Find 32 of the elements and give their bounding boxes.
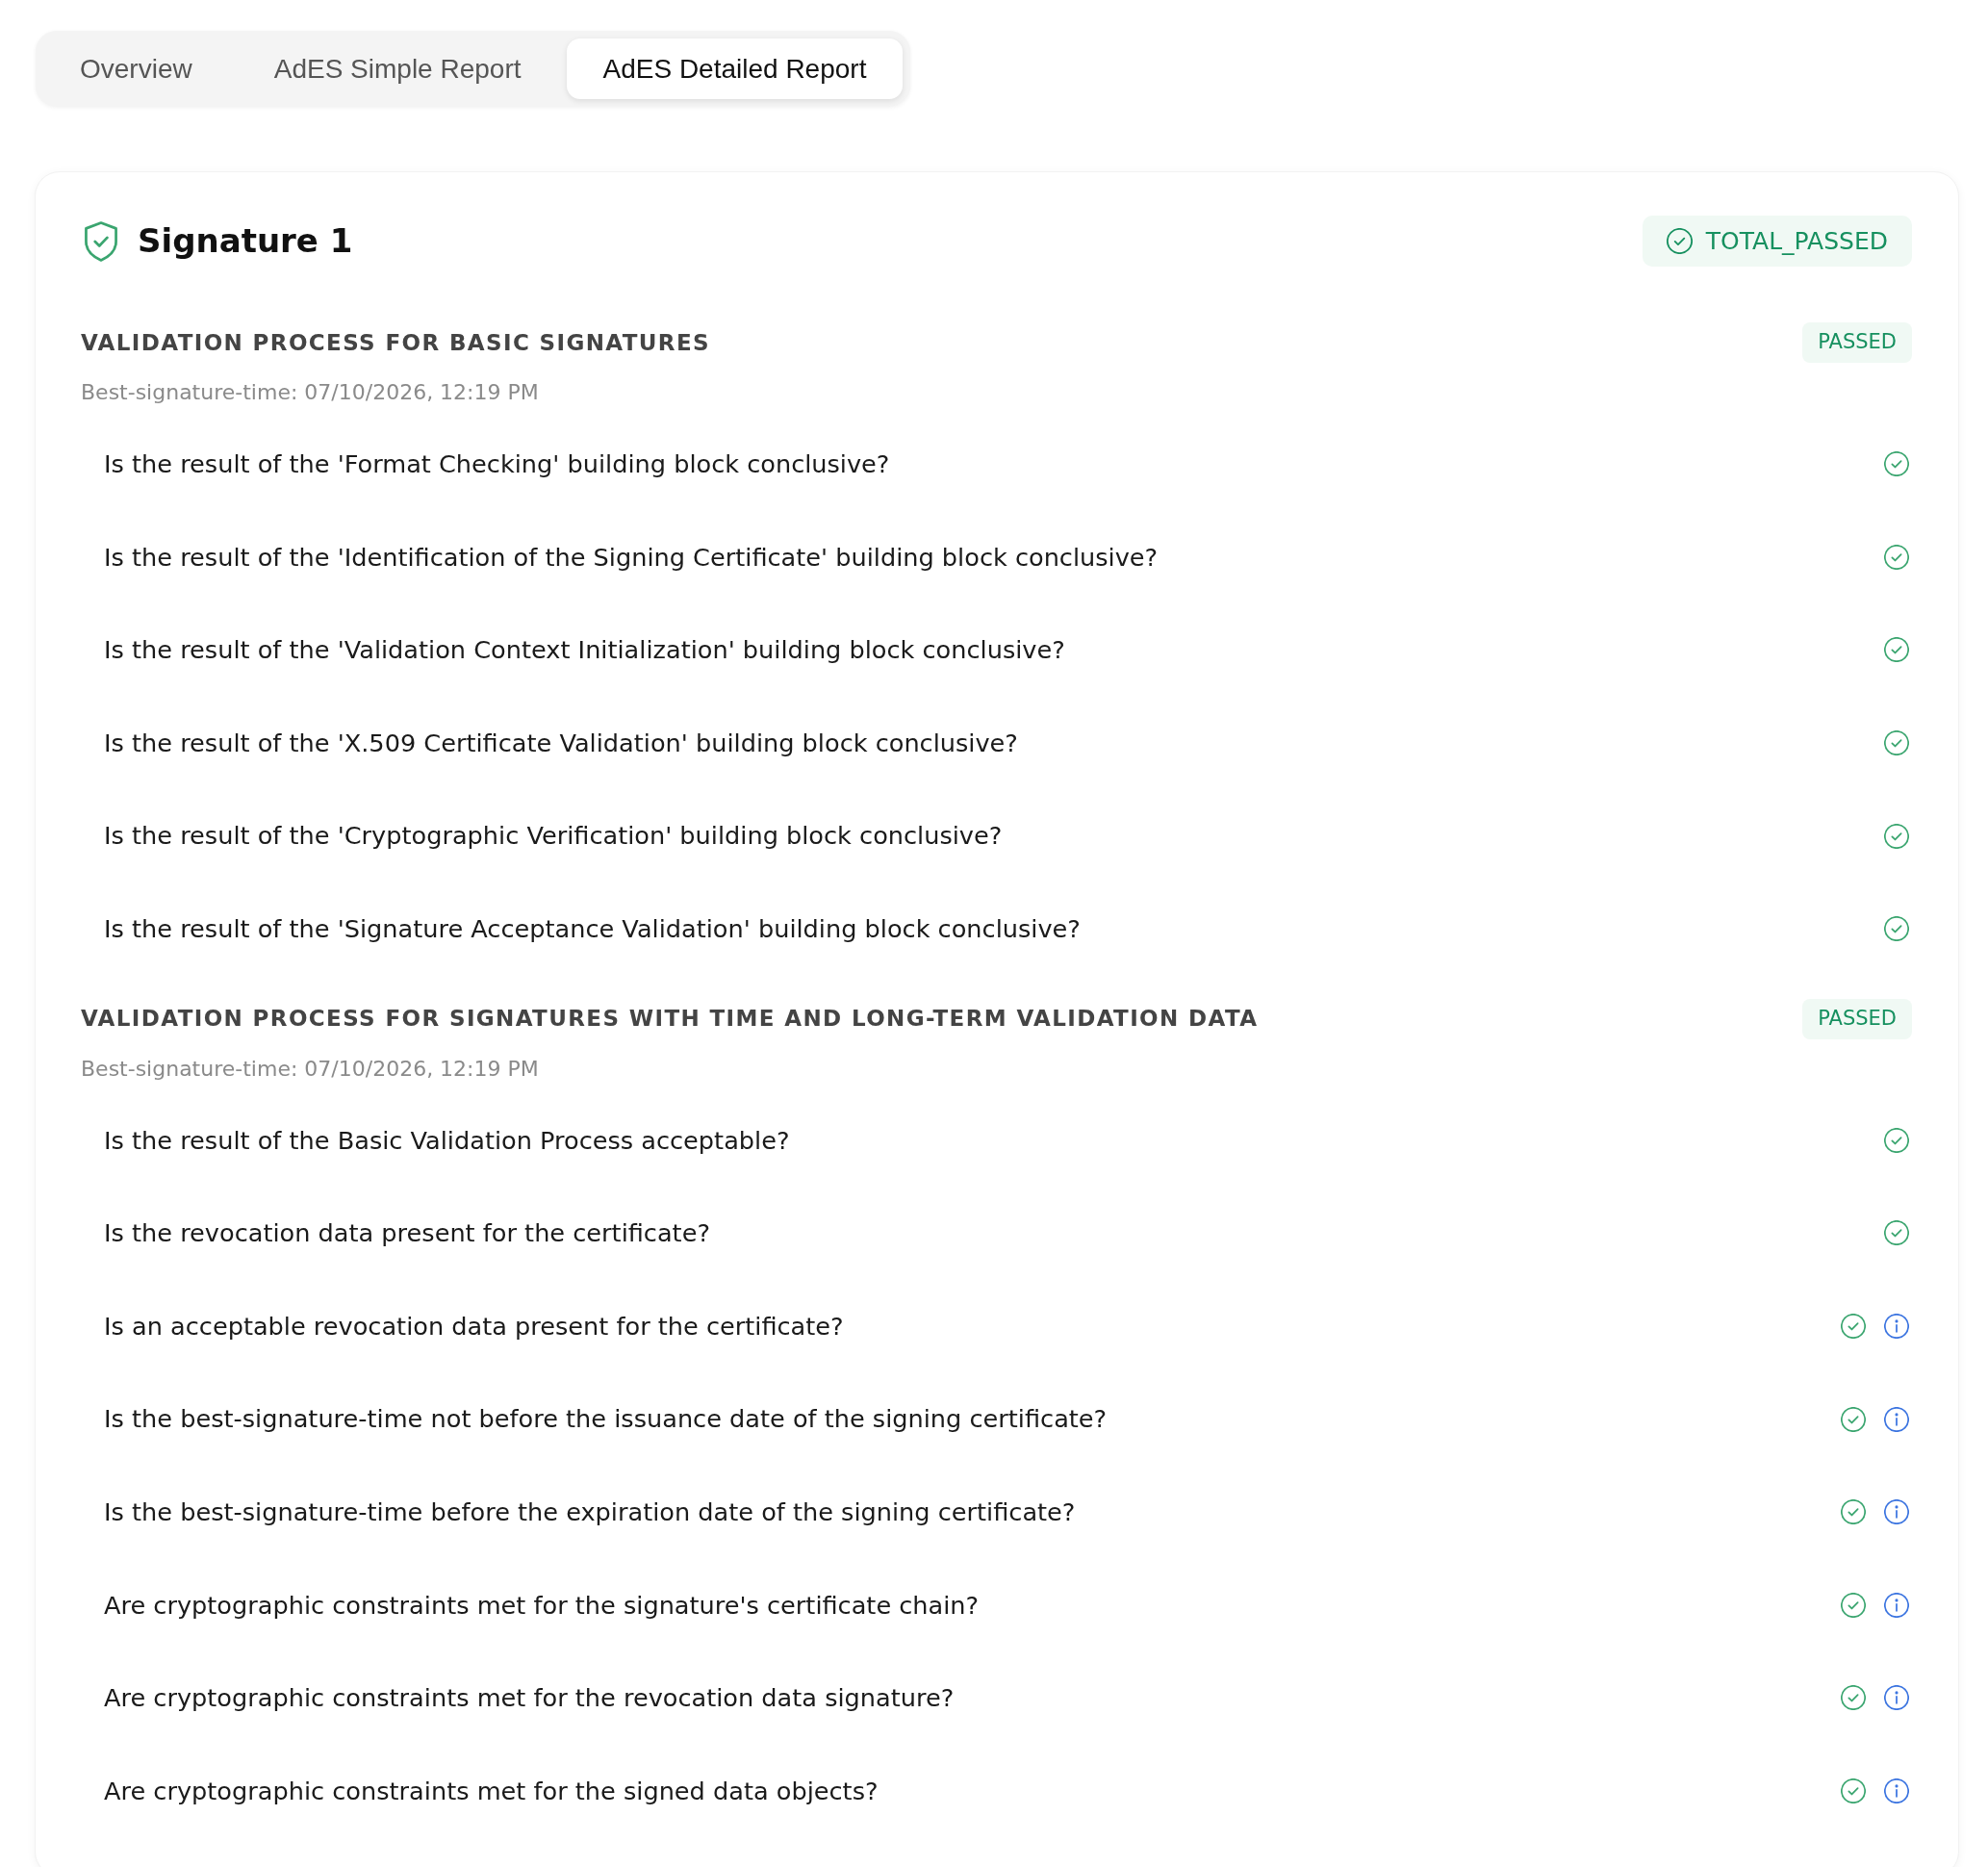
- check-question: Is the result of the 'Format Checking' building block conclusive?: [104, 448, 890, 481]
- status-label: TOTAL_PASSED: [1705, 225, 1888, 257]
- info-icon[interactable]: [1884, 1406, 1909, 1432]
- shield-check-icon: [84, 220, 118, 262]
- section-heading: VALIDATION PROCESS FOR SIGNATURES WITH TIME AND LONG-TERM VALIDATION DATA: [81, 1005, 1259, 1034]
- section-heading: VALIDATION PROCESS FOR BASIC SIGNATURES: [81, 328, 710, 357]
- best-signature-time: Best-signature-time: 07/10/2026, 12:19 PM: [81, 1055, 539, 1083]
- check-question: Is the best-signature-time not before the issuance date of the signing certificate?: [104, 1403, 1108, 1436]
- check-question: Is the result of the 'Identification of the Signing Certificate' building block conclusive?: [104, 541, 1159, 574]
- check-question: Are cryptographic constraints met for the revocation data signature?: [104, 1682, 955, 1715]
- info-icon[interactable]: [1884, 1685, 1909, 1711]
- signature-title: Signature 1: [138, 220, 353, 262]
- check-question: Are cryptographic constraints met for the signature's certificate chain?: [104, 1589, 980, 1622]
- check-question: Is the result of the 'Signature Acceptance Validation' building block conclusive?: [104, 913, 1081, 946]
- check-question: Is the best-signature-time before the expiration date of the signing certificate?: [104, 1496, 1076, 1529]
- info-icon[interactable]: [1884, 1499, 1909, 1525]
- check-question: Is an acceptable revocation data present for the certificate?: [104, 1310, 844, 1343]
- tab[interactable]: AdES Detailed Report: [566, 38, 904, 99]
- tab[interactable]: Overview: [43, 38, 229, 99]
- info-icon[interactable]: [1884, 1778, 1909, 1803]
- check-question: Are cryptographic constraints met for the signed data objects?: [104, 1775, 879, 1807]
- passed-badge: PASSED: [1802, 322, 1912, 363]
- tab[interactable]: AdES Simple Report: [237, 38, 558, 99]
- check-question: Is the result of the 'Validation Context Initialization' building block conclusive?: [104, 634, 1065, 667]
- info-icon[interactable]: [1884, 1592, 1909, 1618]
- check-question: Is the result of the 'Cryptographic Verification' building block conclusive?: [104, 820, 1003, 853]
- best-signature-time: Best-signature-time: 07/10/2026, 12:19 PM: [81, 379, 539, 406]
- check-question: Is the revocation data present for the certificate?: [104, 1217, 710, 1250]
- info-icon[interactable]: [1884, 1314, 1909, 1340]
- passed-badge: PASSED: [1802, 998, 1912, 1039]
- check-question: Is the result of the Basic Validation Process acceptable?: [104, 1124, 790, 1157]
- check-question: Is the result of the 'X.509 Certificate Validation' building block conclusive?: [104, 727, 1018, 759]
